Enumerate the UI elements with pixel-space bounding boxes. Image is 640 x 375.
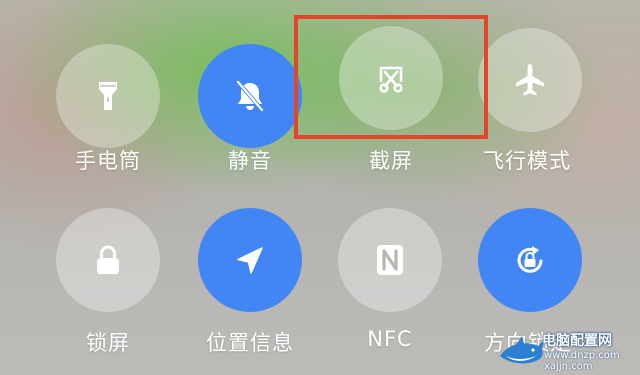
location-icon: [237, 247, 263, 274]
airplane-mode-label: 飞行模式: [483, 149, 571, 173]
airplane-icon: [516, 64, 544, 96]
mute-label: 静音: [228, 149, 272, 173]
lock-icon: [97, 245, 119, 274]
location-label: 位置信息: [206, 331, 294, 355]
rotation-lock-icon: [517, 246, 543, 273]
mute-toggle[interactable]: [198, 44, 302, 148]
airplane-mode-toggle[interactable]: [478, 28, 582, 132]
location-toggle[interactable]: [198, 208, 302, 312]
nfc-icon: [377, 245, 403, 275]
flashlight-label: 手电筒: [75, 149, 141, 173]
highlight-box: [294, 15, 488, 139]
watermark: 电脑配置网 www.dnzp.com xajjn.com: [498, 328, 638, 374]
lock-screen-label: 锁屏: [86, 331, 130, 355]
shark-logo-icon: [500, 336, 544, 364]
bell-mute-icon: [236, 80, 264, 112]
watermark-url-secondary: xajjn.com: [544, 361, 593, 372]
lock-screen-toggle[interactable]: [56, 208, 160, 312]
flashlight-toggle[interactable]: [56, 44, 160, 148]
nfc-label: NFC: [367, 327, 413, 351]
rotation-lock-toggle[interactable]: [478, 208, 582, 312]
watermark-title: 电脑配置网: [542, 333, 612, 349]
nfc-toggle[interactable]: [338, 208, 442, 312]
watermark-url: www.dnzp.com: [544, 350, 620, 361]
flashlight-icon: [99, 82, 117, 110]
screenshot-label: 截屏: [369, 149, 413, 173]
